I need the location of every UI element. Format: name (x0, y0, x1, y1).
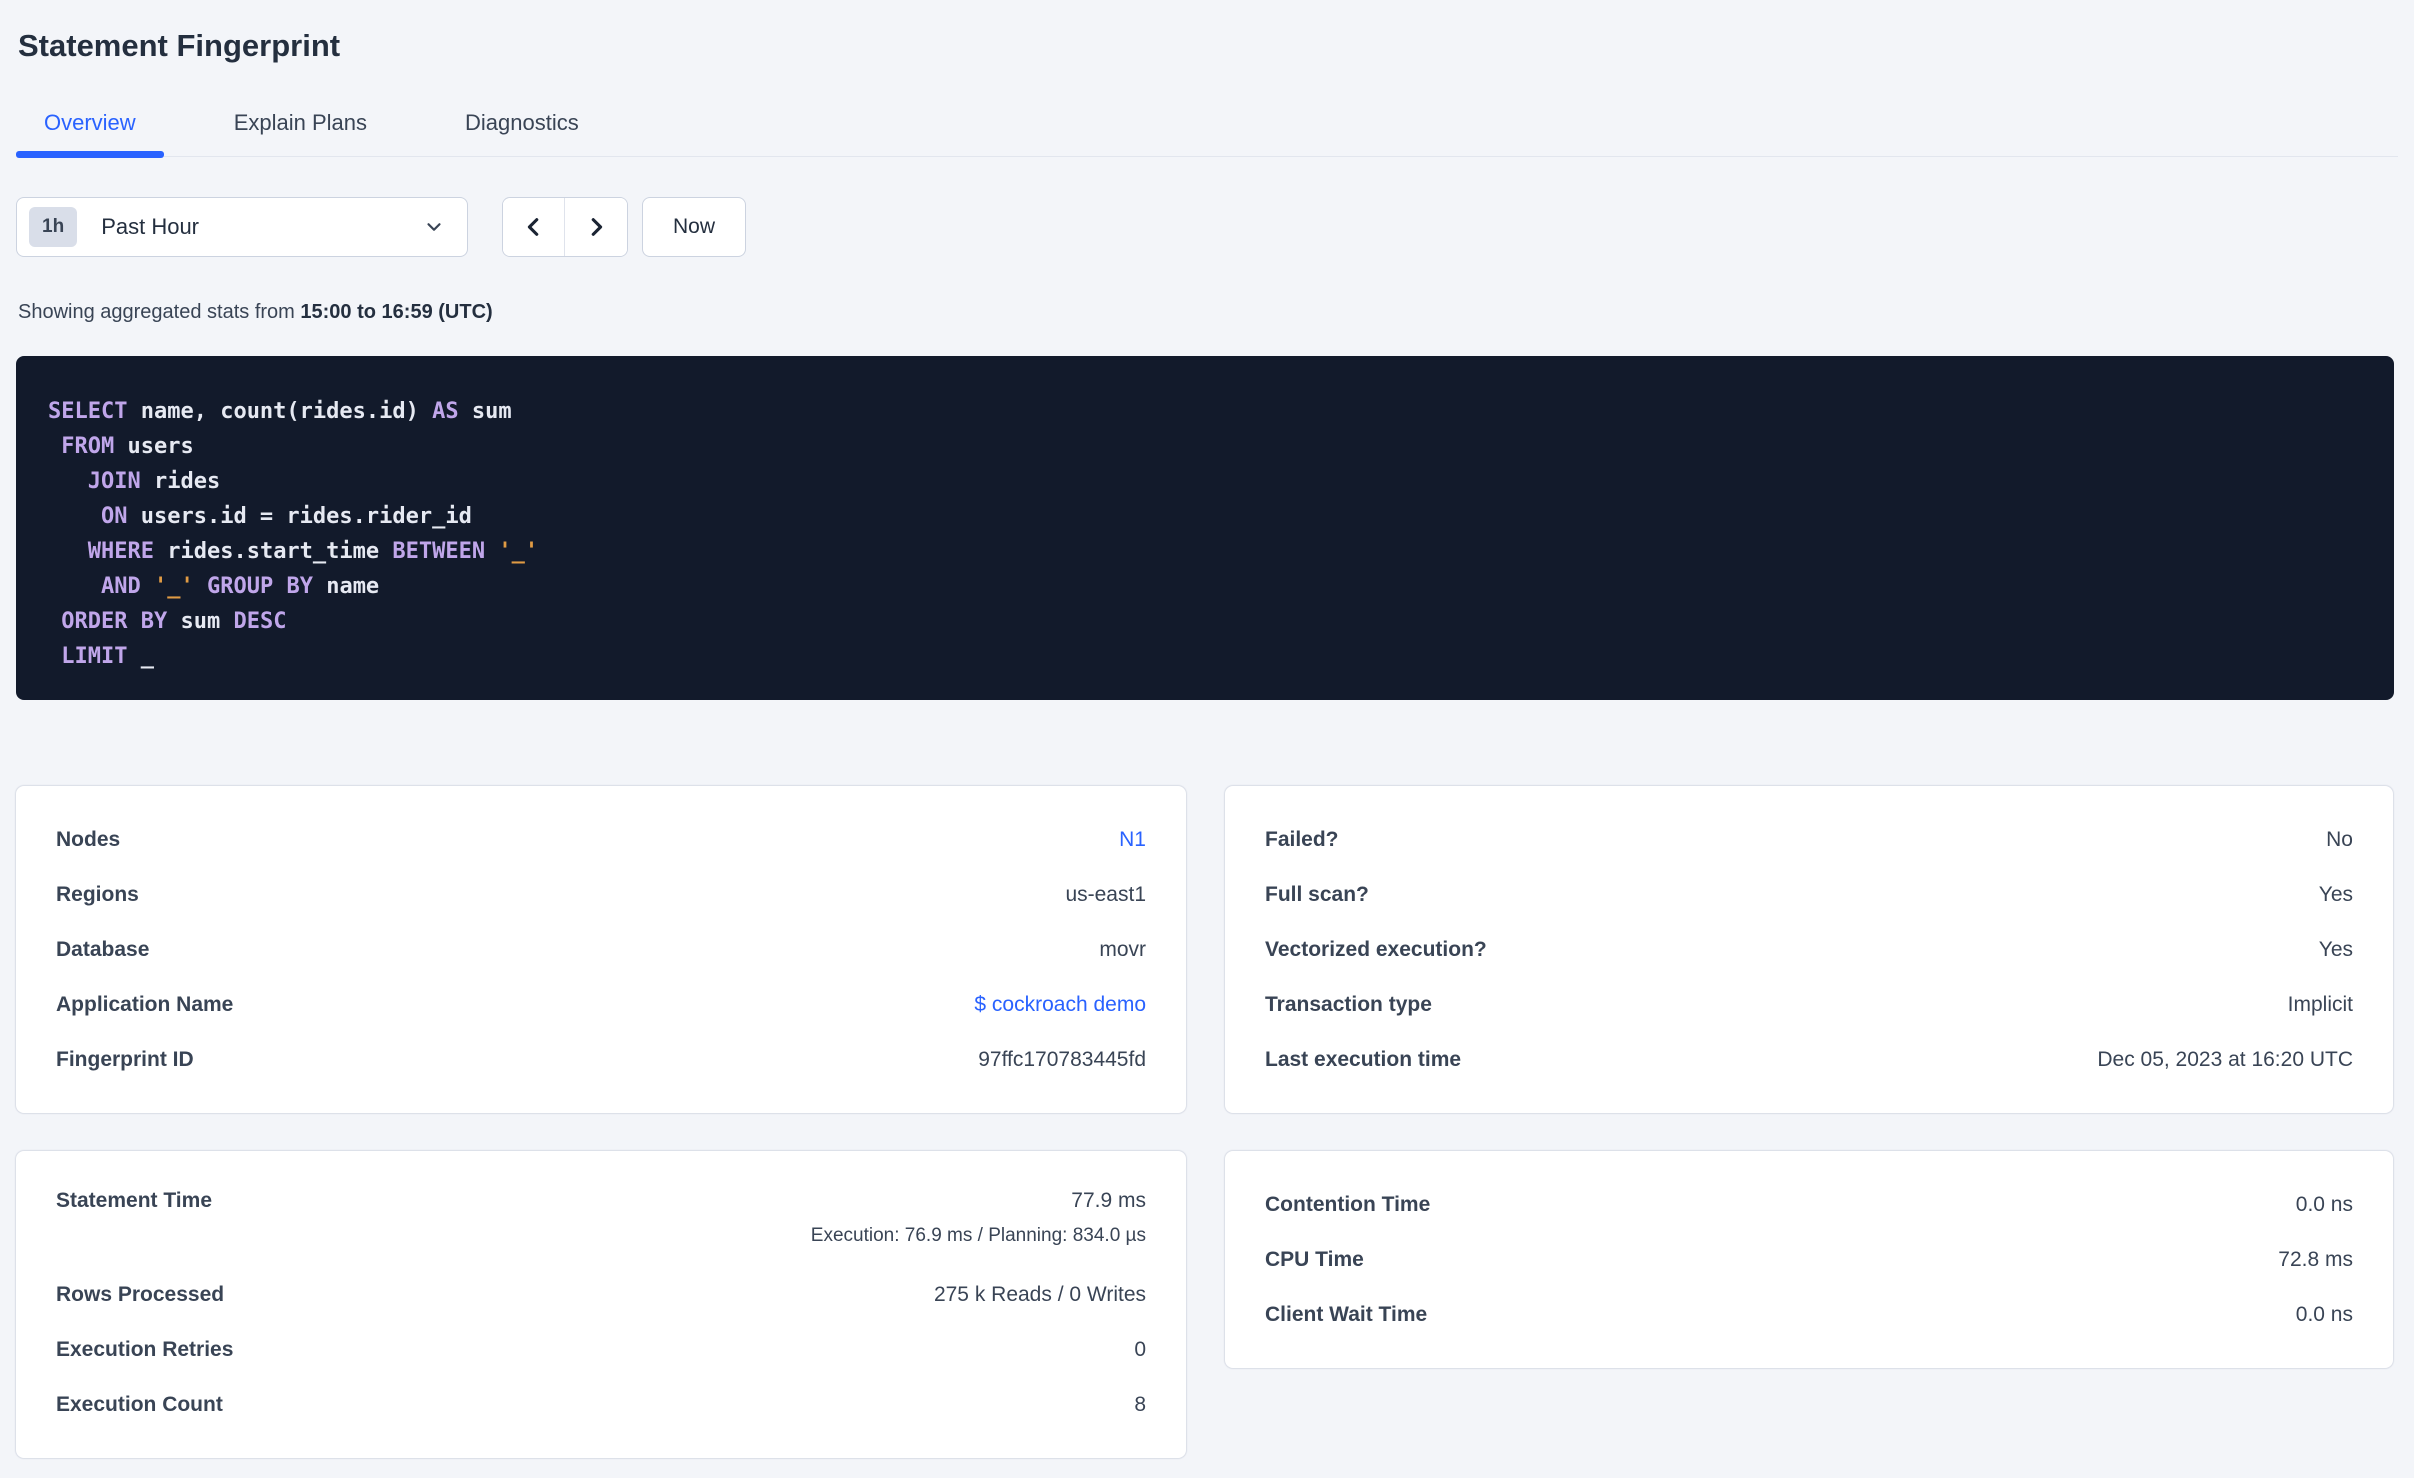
execution-retries-label: Execution Retries (56, 1337, 234, 1361)
row-regions: Regions us-east1 (56, 867, 1146, 922)
sql-statement-box: SELECT name, count(rides.id) AS sum FROM… (16, 356, 2394, 700)
details-card-right: Failed? No Full scan? Yes Vectorized exe… (1225, 786, 2393, 1113)
rows-processed-value: 275 k Reads / 0 Writes (933, 1282, 1146, 1306)
regions-value: us-east1 (1065, 882, 1146, 906)
time-range-badge: 1h (29, 207, 78, 247)
client-wait-time-value: 0.0 ns (2295, 1302, 2353, 1326)
row-client-wait-time: Client Wait Time 0.0 ns (1265, 1287, 2353, 1342)
regions-label: Regions (56, 882, 139, 906)
row-application-name: Application Name $ cockroach demo (56, 977, 1146, 1032)
execution-count-label: Execution Count (56, 1392, 223, 1416)
full-scan-label: Full scan? (1265, 882, 1369, 906)
failed-label: Failed? (1265, 827, 1339, 851)
aggregation-note-range: 15:00 to 16:59 (UTC) (300, 301, 493, 323)
stats-card-left: Statement Time 77.9 ms Execution: 76.9 m… (16, 1151, 1186, 1458)
time-range-selected: Past Hour (101, 214, 200, 239)
row-database: Database movr (56, 922, 1146, 977)
tab-explain-plans-label: Explain Plans (233, 110, 367, 135)
nodes-link[interactable]: N1 (1119, 828, 1146, 852)
tab-overview[interactable]: Overview (16, 110, 164, 158)
cpu-time-value: 72.8 ms (2278, 1247, 2353, 1271)
details-card-left: Nodes N1 Regions us-east1 Database movr … (16, 786, 1186, 1113)
fingerprint-id-label: Fingerprint ID (56, 1047, 194, 1071)
rows-processed-label: Rows Processed (56, 1282, 225, 1306)
page-title: Statement Fingerprint (18, 28, 341, 63)
sql-code: SELECT name, count(rides.id) AS sum FROM… (48, 399, 539, 669)
row-last-execution-time: Last execution time Dec 05, 2023 at 16:2… (1265, 1032, 2353, 1087)
application-name-label: Application Name (56, 992, 234, 1016)
execution-count-value: 8 (1134, 1392, 1146, 1416)
application-name-link[interactable]: $ cockroach demo (974, 993, 1146, 1017)
statement-fingerprint-page: Statement Fingerprint Overview Explain P… (0, 0, 2414, 1458)
last-execution-time-label: Last execution time (1265, 1047, 1462, 1071)
tab-diagnostics[interactable]: Diagnostics (437, 110, 607, 156)
contention-time-value: 0.0 ns (2295, 1192, 2353, 1216)
vectorized-execution-label: Vectorized execution? (1265, 937, 1487, 961)
statement-time-value-stack: 77.9 ms Execution: 76.9 ms / Planning: 8… (811, 1189, 1146, 1247)
tab-overview-label: Overview (44, 110, 136, 135)
failed-value: No (2326, 827, 2353, 851)
database-value: movr (1099, 937, 1146, 961)
row-full-scan: Full scan? Yes (1265, 867, 2353, 922)
database-label: Database (56, 937, 150, 961)
row-failed: Failed? No (1265, 812, 2353, 867)
client-wait-time-label: Client Wait Time (1265, 1302, 1428, 1326)
row-transaction-type: Transaction type Implicit (1265, 977, 2353, 1032)
time-filter-row: 1h Past Hour Now (16, 197, 2398, 257)
fingerprint-id-value: 97ffc170783445fd (978, 1047, 1146, 1071)
row-cpu-time: CPU Time 72.8 ms (1265, 1232, 2353, 1287)
row-vectorized-execution: Vectorized execution? Yes (1265, 922, 2353, 977)
tab-explain-plans[interactable]: Explain Plans (206, 110, 395, 156)
contention-time-label: Contention Time (1265, 1192, 1431, 1216)
next-time-interval-button[interactable] (565, 198, 627, 256)
nodes-label: Nodes (56, 827, 121, 851)
row-nodes: Nodes N1 (56, 812, 1146, 867)
row-contention-time: Contention Time 0.0 ns (1265, 1177, 2353, 1232)
execution-retries-value: 0 (1134, 1337, 1146, 1361)
time-step-button-group (502, 197, 628, 257)
now-button[interactable]: Now (642, 197, 747, 257)
chevron-left-icon (527, 218, 538, 236)
stats-card-right: Contention Time 0.0 ns CPU Time 72.8 ms … (1225, 1151, 2393, 1368)
row-rows-processed: Rows Processed 275 k Reads / 0 Writes (56, 1267, 1146, 1322)
chevron-right-icon (591, 218, 603, 236)
aggregation-note-prefix: Showing aggregated stats from (18, 301, 301, 323)
full-scan-value: Yes (2318, 882, 2353, 906)
row-statement-time: Statement Time 77.9 ms Execution: 76.9 m… (56, 1177, 1146, 1267)
chevron-down-icon (427, 223, 441, 231)
last-execution-time-value: Dec 05, 2023 at 16:20 UTC (2097, 1047, 2353, 1071)
aggregation-note: Showing aggregated stats from 15:00 to 1… (18, 301, 2398, 324)
row-fingerprint-id: Fingerprint ID 97ffc170783445fd (56, 1032, 1146, 1087)
vectorized-execution-value: Yes (2318, 937, 2353, 961)
row-execution-count: Execution Count 8 (56, 1377, 1146, 1432)
row-execution-retries: Execution Retries 0 (56, 1322, 1146, 1377)
statement-time-breakdown: Execution: 76.9 ms / Planning: 834.0 µs (810, 1225, 1146, 1246)
statement-time-value: 77.9 ms (1071, 1189, 1146, 1212)
tab-diagnostics-label: Diagnostics (465, 110, 579, 135)
transaction-type-label: Transaction type (1265, 992, 1432, 1016)
time-range-dropdown[interactable]: 1h Past Hour (16, 197, 468, 257)
transaction-type-value: Implicit (2287, 992, 2353, 1016)
previous-time-interval-button[interactable] (503, 198, 565, 256)
summary-cards-grid: Nodes N1 Regions us-east1 Database movr … (16, 786, 2398, 1458)
tabs-bar: Overview Explain Plans Diagnostics (16, 110, 2398, 158)
statement-time-label: Statement Time (56, 1189, 212, 1212)
cpu-time-label: CPU Time (1265, 1247, 1364, 1271)
